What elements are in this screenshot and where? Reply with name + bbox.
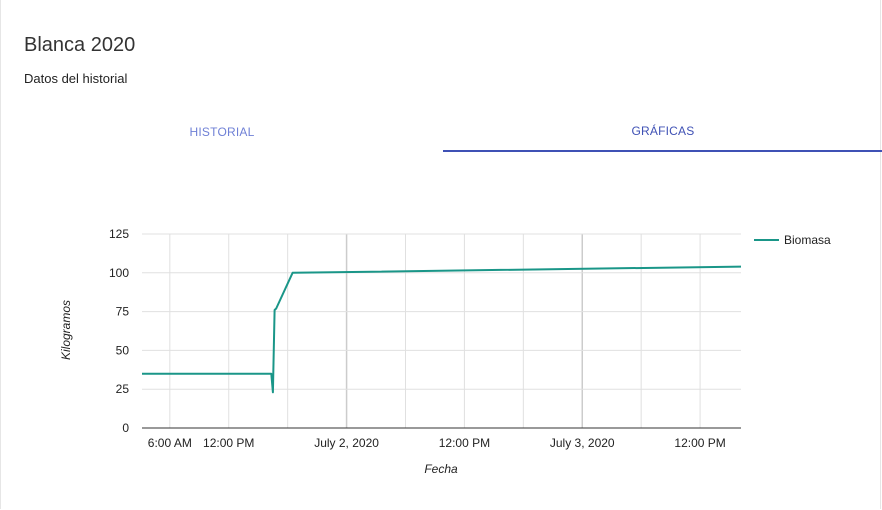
- y-tick-label: 50: [116, 343, 130, 357]
- x-tick-label: 12:00 PM: [439, 436, 490, 450]
- x-tick-label: July 3, 2020: [550, 436, 615, 450]
- chart-legend[interactable]: Biomasa: [754, 233, 831, 247]
- y-tick-label: 100: [109, 266, 129, 280]
- x-axis-title: Fecha: [424, 462, 458, 476]
- x-tick-label: 12:00 PM: [674, 436, 725, 450]
- x-tick-label: July 2, 2020: [314, 436, 379, 450]
- chart-grid-minor: [169, 234, 701, 428]
- y-axis-ticks: 0 25 50 75 100 125: [109, 227, 129, 435]
- chart-grid-major: [142, 233, 741, 428]
- y-tick-label: 25: [116, 382, 130, 396]
- x-axis-ticks: 6:00 AM 12:00 PM July 2, 2020 12:00 PM July …: [148, 436, 726, 450]
- legend-label-biomasa: Biomasa: [784, 233, 831, 247]
- y-axis-title: Kilogramos: [59, 300, 73, 360]
- x-tick-label: 12:00 PM: [203, 436, 254, 450]
- y-tick-label: 75: [116, 305, 130, 319]
- series-line-biomasa: [142, 265, 742, 394]
- x-tick-label: 6:00 AM: [148, 436, 192, 450]
- y-tick-label: 125: [109, 227, 129, 241]
- y-tick-label: 0: [122, 421, 129, 435]
- biomass-chart: 0 25 50 75 100 125 6:00 AM 12:00 PM July 2, 202…: [59, 227, 831, 476]
